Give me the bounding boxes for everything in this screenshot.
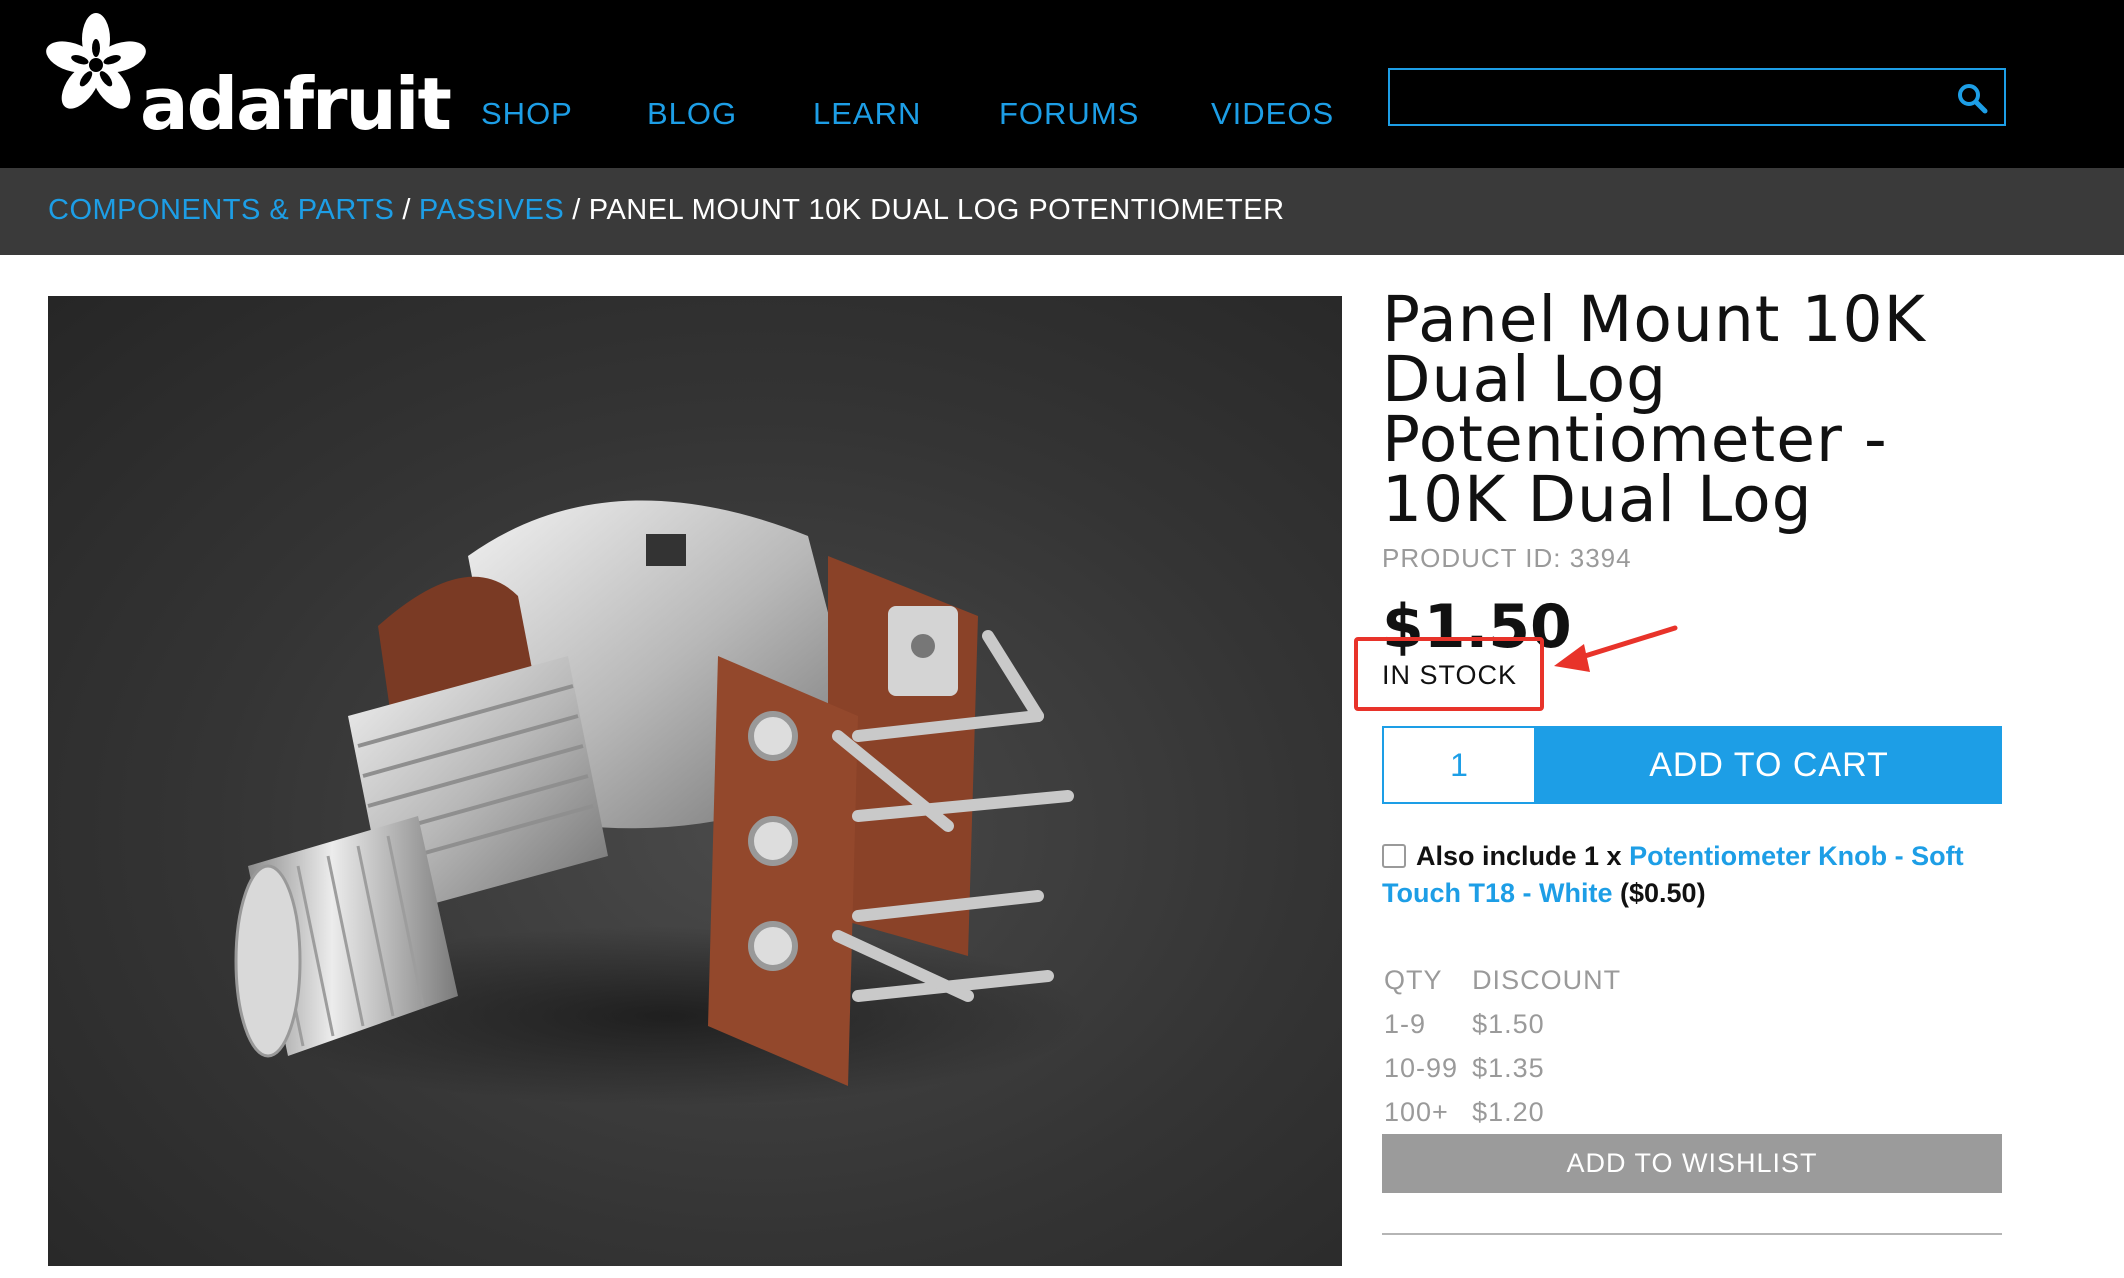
discount-qty: 10-99 bbox=[1384, 1052, 1459, 1083]
product-id: PRODUCT ID: 3394 bbox=[1382, 543, 1632, 573]
nav-shop[interactable]: SHOP bbox=[481, 96, 573, 132]
discount-header-row: QTY DISCOUNT bbox=[1384, 958, 1635, 1002]
product-image[interactable] bbox=[48, 296, 1342, 1266]
addon-prefix: Also include 1 x bbox=[1416, 841, 1622, 871]
brand-logo[interactable]: adafruit bbox=[44, 10, 452, 140]
discount-qty: 100+ bbox=[1384, 1096, 1449, 1127]
product-title: Panel Mount 10K Dual Log Potentiometer -… bbox=[1382, 283, 1926, 536]
table-row: 1-9 $1.50 bbox=[1384, 1002, 1635, 1046]
add-to-wishlist-button[interactable]: ADD TO WISHLIST bbox=[1382, 1134, 2002, 1193]
top-header: adafruit SHOP BLOG LEARN FORUMS VIDEOS bbox=[0, 0, 2124, 168]
discount-price: $1.50 bbox=[1472, 1008, 1545, 1039]
discount-header-qty: QTY bbox=[1384, 964, 1443, 995]
breadcrumb: COMPONENTS & PARTS / PASSIVES / PANEL MOUNT … bbox=[48, 194, 1285, 227]
addon-option: Also include 1 x Potentiometer Knob - So… bbox=[1382, 838, 1982, 912]
discount-price: $1.35 bbox=[1472, 1052, 1545, 1083]
search-input[interactable] bbox=[1390, 70, 1944, 126]
discount-table: QTY DISCOUNT 1-9 $1.50 10-99 $1.35 100+ … bbox=[1384, 958, 1635, 1134]
breadcrumb-bar: COMPONENTS & PARTS / PASSIVES / PANEL MOUNT … bbox=[0, 168, 2124, 255]
table-row: 10-99 $1.35 bbox=[1384, 1046, 1635, 1090]
discount-header-discount: DISCOUNT bbox=[1472, 964, 1622, 995]
breadcrumb-components[interactable]: COMPONENTS & PARTS bbox=[48, 194, 394, 226]
nav-blog[interactable]: BLOG bbox=[647, 96, 737, 132]
search-box bbox=[1388, 68, 2006, 126]
breadcrumb-separator: / bbox=[572, 194, 581, 226]
discount-price: $1.20 bbox=[1472, 1096, 1545, 1127]
brand-name: adafruit bbox=[140, 62, 452, 146]
breadcrumb-passives[interactable]: PASSIVES bbox=[419, 194, 564, 226]
divider bbox=[1382, 1233, 2002, 1235]
table-row: 100+ $1.20 bbox=[1384, 1090, 1635, 1134]
nav-forums[interactable]: FORUMS bbox=[999, 96, 1139, 132]
flower-logo-icon bbox=[46, 13, 146, 109]
discount-qty: 1-9 bbox=[1384, 1008, 1427, 1039]
addon-checkbox[interactable] bbox=[1382, 843, 1406, 868]
annotation-arrow-icon bbox=[1554, 625, 1678, 672]
potentiometer-photo bbox=[234, 500, 1088, 1106]
add-to-cart-button[interactable]: ADD TO CART bbox=[1536, 726, 2002, 804]
nav-learn[interactable]: LEARN bbox=[813, 96, 921, 132]
breadcrumb-current: PANEL MOUNT 10K DUAL LOG POTENTIOMETER bbox=[588, 194, 1285, 226]
stock-highlight-box bbox=[1354, 637, 1544, 711]
breadcrumb-separator: / bbox=[402, 194, 411, 226]
quantity-input[interactable]: 1 bbox=[1382, 726, 1536, 804]
nav-videos[interactable]: VIDEOS bbox=[1211, 96, 1334, 132]
search-icon[interactable] bbox=[1956, 82, 1988, 114]
addon-price: ($0.50) bbox=[1620, 878, 1706, 908]
